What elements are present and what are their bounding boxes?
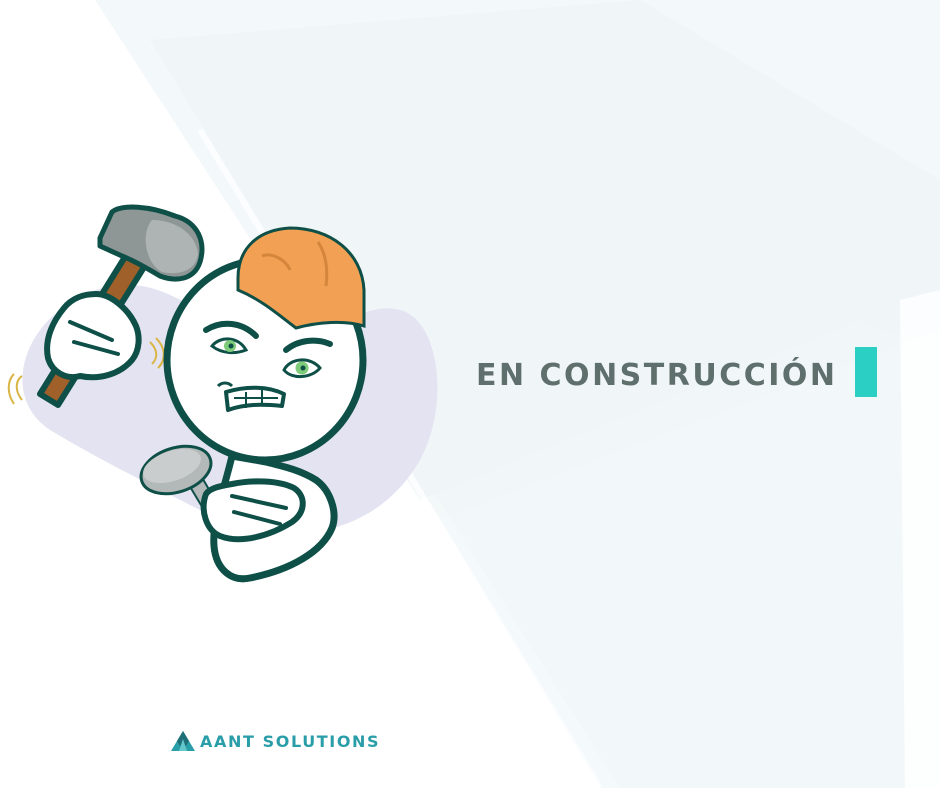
page-title: EN CONSTRUCCIÓN (476, 358, 838, 393)
construction-page: EN CONSTRUCCIÓN AANT SOLUTIONS (0, 0, 940, 788)
left-hand (44, 291, 142, 381)
construction-mascot-illustration (7, 204, 438, 583)
brand-footer: AANT SOLUTIONS (170, 726, 380, 756)
mountain-triangle-icon (171, 731, 195, 751)
accent-bar (855, 347, 877, 397)
brand-name: AANT SOLUTIONS (200, 731, 381, 751)
